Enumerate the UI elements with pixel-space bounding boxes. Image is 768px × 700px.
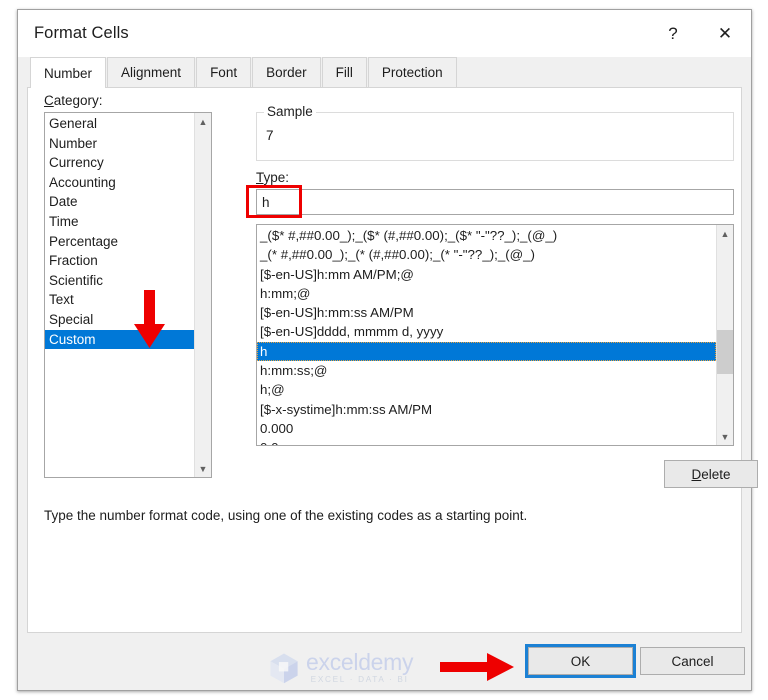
format-code-item[interactable]: h:mm:ss;@ <box>257 361 716 380</box>
titlebar-buttons: ? ✕ <box>647 10 751 57</box>
category-item-custom[interactable]: Custom <box>45 329 194 350</box>
scroll-down-icon[interactable]: ▼ <box>195 460 211 477</box>
ok-button[interactable]: OK <box>528 647 633 675</box>
number-tab-panel: Category: General Number Currency Accoun… <box>27 87 758 633</box>
category-item-special[interactable]: Special <box>45 310 194 330</box>
sample-group: Sample 7 <box>256 104 734 161</box>
format-code-item[interactable]: _($* #,##0.00_);_($* (#,##0.00);_($* "-"… <box>257 226 716 245</box>
tab-border[interactable]: Border <box>252 57 321 87</box>
category-listbox[interactable]: General Number Currency Accounting Date … <box>44 112 212 478</box>
format-code-item[interactable]: [$-x-systime]h:mm:ss AM/PM <box>257 400 716 419</box>
format-code-listbox[interactable]: _($* #,##0.00_);_($* (#,##0.00);_($* "-"… <box>256 224 734 446</box>
screenshot-root: Format Cells ? ✕ Number Alignment Font B… <box>0 0 768 700</box>
tab-protection[interactable]: Protection <box>367 57 457 87</box>
format-cells-dialog: Format Cells ? ✕ Number Alignment Font B… <box>17 9 758 691</box>
format-code-item[interactable]: h:mm;@ <box>257 284 716 303</box>
scroll-up-icon[interactable]: ▲ <box>717 225 733 242</box>
category-item-general[interactable]: General <box>45 114 194 134</box>
dialog-titlebar: Format Cells ? ✕ <box>18 10 751 57</box>
tab-font[interactable]: Font <box>196 57 252 87</box>
category-scrollbar[interactable]: ▲ ▼ <box>194 113 211 477</box>
sample-label: Sample <box>264 104 316 119</box>
format-code-list: _($* #,##0.00_);_($* (#,##0.00);_($* "-"… <box>257 225 716 445</box>
dialog-title: Format Cells <box>34 24 129 42</box>
dialog-footer: OK Cancel <box>18 633 751 690</box>
category-list: General Number Currency Accounting Date … <box>45 113 194 477</box>
format-code-item[interactable]: [$-en-US]dddd, mmmm d, yyyy <box>257 322 716 341</box>
category-item-time[interactable]: Time <box>45 212 194 232</box>
type-label: Type: <box>256 170 290 185</box>
category-item-text[interactable]: Text <box>45 290 194 310</box>
category-item-percentage[interactable]: Percentage <box>45 232 194 252</box>
hint-text: Type the number format code, using one o… <box>44 508 528 523</box>
tab-alignment[interactable]: Alignment <box>107 57 196 87</box>
delete-button[interactable]: Delete <box>664 460 758 488</box>
format-scroll-thumb[interactable] <box>717 330 733 374</box>
category-item-fraction[interactable]: Fraction <box>45 251 194 271</box>
category-item-currency[interactable]: Currency <box>45 153 194 173</box>
format-code-item[interactable]: 0.0 <box>257 438 716 445</box>
format-code-item[interactable]: [$-en-US]h:mm AM/PM;@ <box>257 265 716 284</box>
tab-strip: Number Alignment Font Border Fill Protec… <box>18 57 751 88</box>
tab-fill[interactable]: Fill <box>321 57 367 87</box>
scroll-up-icon[interactable]: ▲ <box>195 113 211 130</box>
category-label: Category: <box>44 93 103 108</box>
category-item-date[interactable]: Date <box>45 192 194 212</box>
help-icon[interactable]: ? <box>647 10 699 57</box>
close-icon[interactable]: ✕ <box>699 10 751 57</box>
cancel-button[interactable]: Cancel <box>640 647 745 675</box>
scroll-down-icon[interactable]: ▼ <box>717 428 733 445</box>
format-scroll-track[interactable] <box>717 242 733 428</box>
tab-number[interactable]: Number <box>30 57 107 88</box>
format-code-item[interactable]: 0.000 <box>257 419 716 438</box>
category-scroll-track[interactable] <box>195 130 211 460</box>
format-code-item[interactable]: [$-en-US]h:mm:ss AM/PM <box>257 303 716 322</box>
category-item-accounting[interactable]: Accounting <box>45 173 194 193</box>
category-item-scientific[interactable]: Scientific <box>45 271 194 291</box>
format-code-item[interactable]: _(* #,##0.00_);_(* (#,##0.00);_(* "-"??_… <box>257 245 716 264</box>
format-code-item-selected[interactable]: h <box>257 341 716 362</box>
type-input[interactable] <box>256 189 734 215</box>
format-code-scrollbar[interactable]: ▲ ▼ <box>716 225 733 445</box>
format-code-item[interactable]: h;@ <box>257 380 716 399</box>
category-item-number[interactable]: Number <box>45 134 194 154</box>
sample-value: 7 <box>266 128 274 143</box>
